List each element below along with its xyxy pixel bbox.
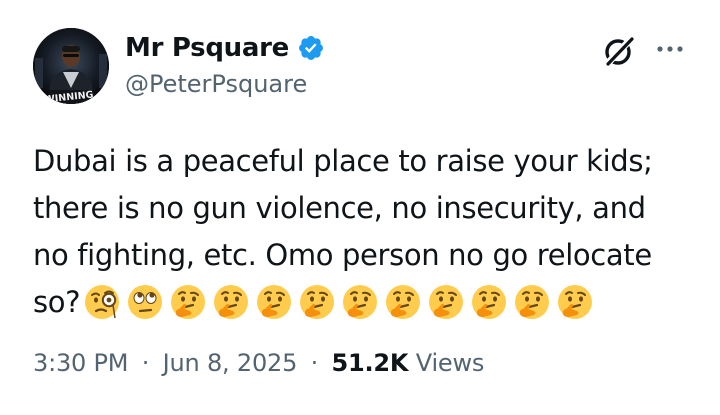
emoji-row [80, 285, 593, 319]
thinking-face-emoji-icon [557, 284, 593, 320]
tweet-date[interactable]: Jun 8, 2025 [163, 349, 298, 377]
views-count[interactable]: 51.2K [331, 349, 408, 377]
avatar-image: ✦ WINNING [33, 28, 109, 104]
thinking-face-emoji-icon [471, 284, 507, 320]
thinking-face-emoji-icon [299, 284, 335, 320]
thinking-face-emoji-icon [514, 284, 550, 320]
views-label: Views [415, 349, 485, 377]
thinking-face-emoji-icon [256, 284, 292, 320]
tweet-meta: 3:30 PM · Jun 8, 2025 · 51.2K Views [33, 351, 484, 375]
thinking-face-emoji-icon [385, 284, 421, 320]
more-options-icon[interactable] [653, 36, 687, 66]
svg-text:✦: ✦ [39, 32, 44, 39]
author-name-row: Mr Psquare [125, 30, 325, 66]
meta-separator: · [141, 349, 150, 377]
author-handle[interactable]: @PeterPsquare [125, 72, 307, 96]
tweet-text: Dubai is a peaceful place to raise your … [33, 138, 701, 326]
avatar[interactable]: ✦ WINNING [33, 28, 109, 104]
grok-icon[interactable] [601, 33, 637, 69]
meta-separator: · [310, 349, 319, 377]
thinking-face-emoji-icon [213, 284, 249, 320]
display-name[interactable]: Mr Psquare [125, 35, 289, 61]
face-with-rolling-eyes-emoji-icon [127, 284, 163, 320]
thinking-face-emoji-icon [170, 284, 206, 320]
thinking-face-emoji-icon [342, 284, 378, 320]
verified-badge-icon[interactable] [297, 34, 325, 62]
face-with-monocle-emoji-icon [84, 284, 120, 320]
tweet-time[interactable]: 3:30 PM [33, 349, 129, 377]
thinking-face-emoji-icon [428, 284, 464, 320]
tweet-card: ✦ WINNING Mr Psquare @PeterPsquare Dubai… [0, 0, 720, 415]
